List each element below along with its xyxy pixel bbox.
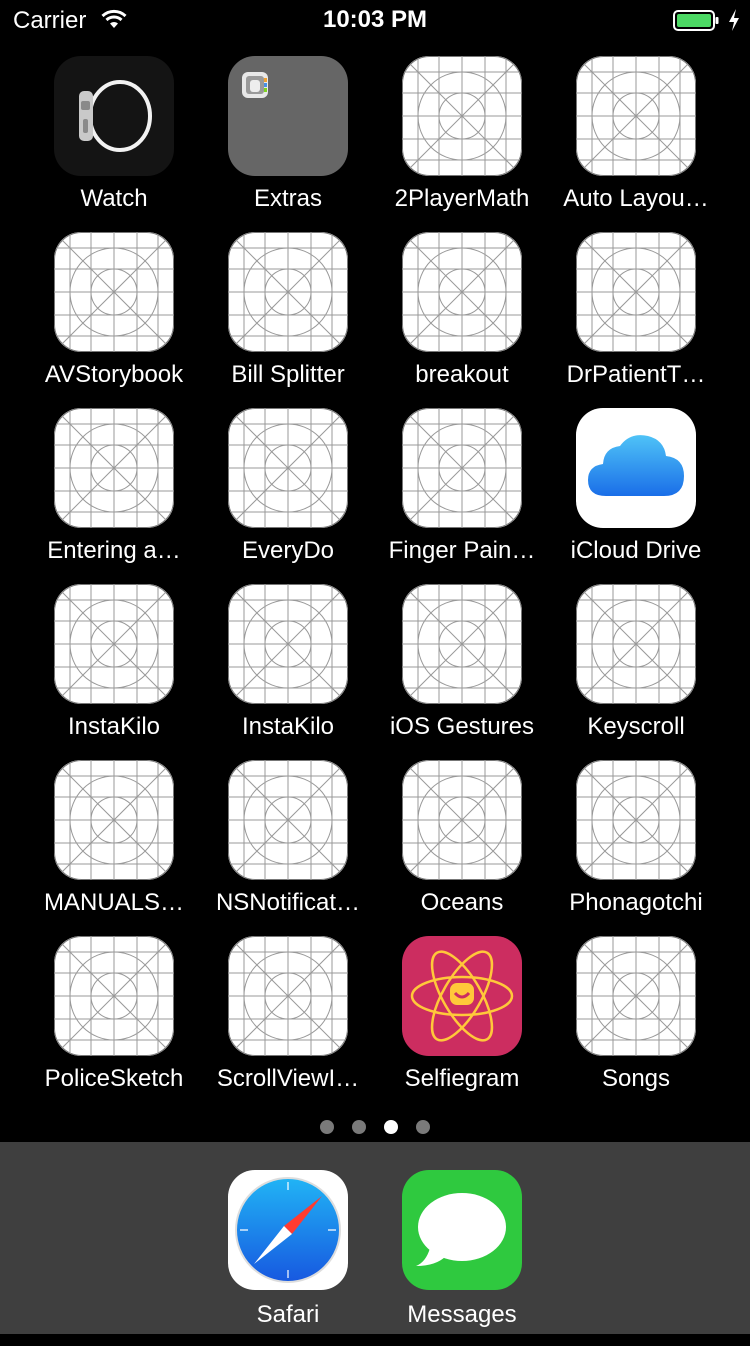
placeholder-app-icon[interactable] — [54, 584, 174, 704]
page-dot-1[interactable] — [320, 1120, 334, 1134]
app-label: DrPatientT… — [566, 361, 706, 388]
app-label: InstaKilo — [241, 713, 335, 740]
app-label: EveryDo — [241, 537, 335, 564]
app-songs-23[interactable]: Songs — [549, 936, 723, 1112]
app-breakout-6[interactable]: breakout — [375, 232, 549, 408]
app-keyscroll-15[interactable]: Keyscroll — [549, 584, 723, 760]
placeholder-app-icon[interactable] — [402, 56, 522, 176]
placeholder-app-icon[interactable] — [228, 760, 348, 880]
page-dot-4[interactable] — [416, 1120, 430, 1134]
app-everydo-9[interactable]: EveryDo — [201, 408, 375, 584]
messages-bubble-icon[interactable] — [402, 1170, 522, 1290]
placeholder-app-icon[interactable] — [402, 408, 522, 528]
app-scrollviewi-21[interactable]: ScrollViewI… — [201, 936, 375, 1112]
app-label: iCloud Drive — [570, 537, 702, 564]
placeholder-app-icon[interactable] — [402, 232, 522, 352]
battery-charging-icon — [673, 10, 719, 31]
app-label: 2PlayerMath — [394, 185, 530, 212]
placeholder-app-icon[interactable] — [228, 408, 348, 528]
app-avstorybook-4[interactable]: AVStorybook — [27, 232, 201, 408]
app-label: Bill Splitter — [231, 361, 345, 388]
placeholder-app-icon[interactable] — [228, 584, 348, 704]
placeholder-app-icon[interactable] — [54, 936, 174, 1056]
placeholder-app-icon[interactable] — [576, 760, 696, 880]
app-label: Keyscroll — [587, 713, 685, 740]
placeholder-app-icon[interactable] — [54, 408, 174, 528]
placeholder-app-icon[interactable] — [54, 232, 174, 352]
app-label: PoliceSketch — [44, 1065, 184, 1092]
app-phonagotchi-19[interactable]: Phonagotchi — [549, 760, 723, 936]
app-label: Extras — [253, 185, 322, 212]
placeholder-app-icon[interactable] — [402, 760, 522, 880]
page-dot-3[interactable] — [384, 1120, 398, 1134]
app-label: InstaKilo — [67, 713, 161, 740]
page-dot-2[interactable] — [352, 1120, 366, 1134]
app-drpatientt-7[interactable]: DrPatientT… — [549, 232, 723, 408]
placeholder-app-icon[interactable] — [228, 232, 348, 352]
safari-compass-icon[interactable] — [228, 1170, 348, 1290]
app-ios-gestures-14[interactable]: iOS Gestures — [375, 584, 549, 760]
app-entering-a-8[interactable]: Entering a… — [27, 408, 201, 584]
app-label: NSNotificat… — [215, 889, 361, 916]
placeholder-app-icon[interactable] — [54, 760, 174, 880]
app-grid: Watch Extras 2PlayerMath Auto Layou… AVStory… — [0, 56, 750, 1116]
app-label: Oceans — [420, 889, 504, 916]
dock-app-messages[interactable]: Messages — [375, 1170, 549, 1346]
app-instakilo-13[interactable]: InstaKilo — [201, 584, 375, 760]
app-label: iOS Gestures — [389, 713, 535, 740]
app-label: Finger Pain… — [388, 537, 536, 564]
app-label: Watch — [80, 185, 148, 212]
app-manuals-16[interactable]: MANUALS… — [27, 760, 201, 936]
app-extras-1[interactable]: Extras — [201, 56, 375, 232]
placeholder-app-icon[interactable] — [576, 584, 696, 704]
icloud-drive-icon[interactable] — [576, 408, 696, 528]
clock: 10:03 PM — [322, 6, 428, 33]
app-label: Phonagotchi — [569, 889, 703, 916]
watch-app-icon[interactable] — [54, 56, 174, 176]
app-label: AVStorybook — [44, 361, 184, 388]
placeholder-app-icon[interactable] — [402, 584, 522, 704]
app-instakilo-12[interactable]: InstaKilo — [27, 584, 201, 760]
app-finger-pain-10[interactable]: Finger Pain… — [375, 408, 549, 584]
app-label: Songs — [601, 1065, 671, 1092]
app-label: ScrollViewI… — [216, 1065, 360, 1092]
app-oceans-18[interactable]: Oceans — [375, 760, 549, 936]
app-selfiegram-22[interactable]: Selfiegram — [375, 936, 549, 1112]
app-bill-splitter-5[interactable]: Bill Splitter — [201, 232, 375, 408]
app-watch-0[interactable]: Watch — [27, 56, 201, 232]
selfiegram-atom-icon[interactable] — [402, 936, 522, 1056]
app-policesketch-20[interactable]: PoliceSketch — [27, 936, 201, 1112]
folder-icon[interactable] — [228, 56, 348, 176]
status-bar: Carrier 10:03 PM — [0, 0, 750, 40]
page-indicator[interactable] — [0, 1120, 750, 1134]
placeholder-app-icon[interactable] — [228, 936, 348, 1056]
app-nsnotificat-17[interactable]: NSNotificat… — [201, 760, 375, 936]
app-2playermath-2[interactable]: 2PlayerMath — [375, 56, 549, 232]
app-label: Safari — [256, 1301, 320, 1328]
dock-app-safari[interactable]: Safari — [201, 1170, 375, 1346]
dock: Safari Messages — [0, 1142, 750, 1334]
placeholder-app-icon[interactable] — [576, 232, 696, 352]
placeholder-app-icon[interactable] — [576, 936, 696, 1056]
app-icloud-drive-11[interactable]: iCloud Drive — [549, 408, 723, 584]
app-label: MANUALS… — [43, 889, 185, 916]
app-auto-layou-3[interactable]: Auto Layou… — [549, 56, 723, 232]
app-label: breakout — [415, 361, 509, 388]
app-label: Selfiegram — [404, 1065, 520, 1092]
charging-bolt-icon — [729, 9, 739, 31]
app-label: Entering a… — [47, 537, 181, 564]
placeholder-app-icon[interactable] — [576, 56, 696, 176]
app-label: Auto Layou… — [563, 185, 709, 212]
app-label: Messages — [407, 1301, 517, 1328]
